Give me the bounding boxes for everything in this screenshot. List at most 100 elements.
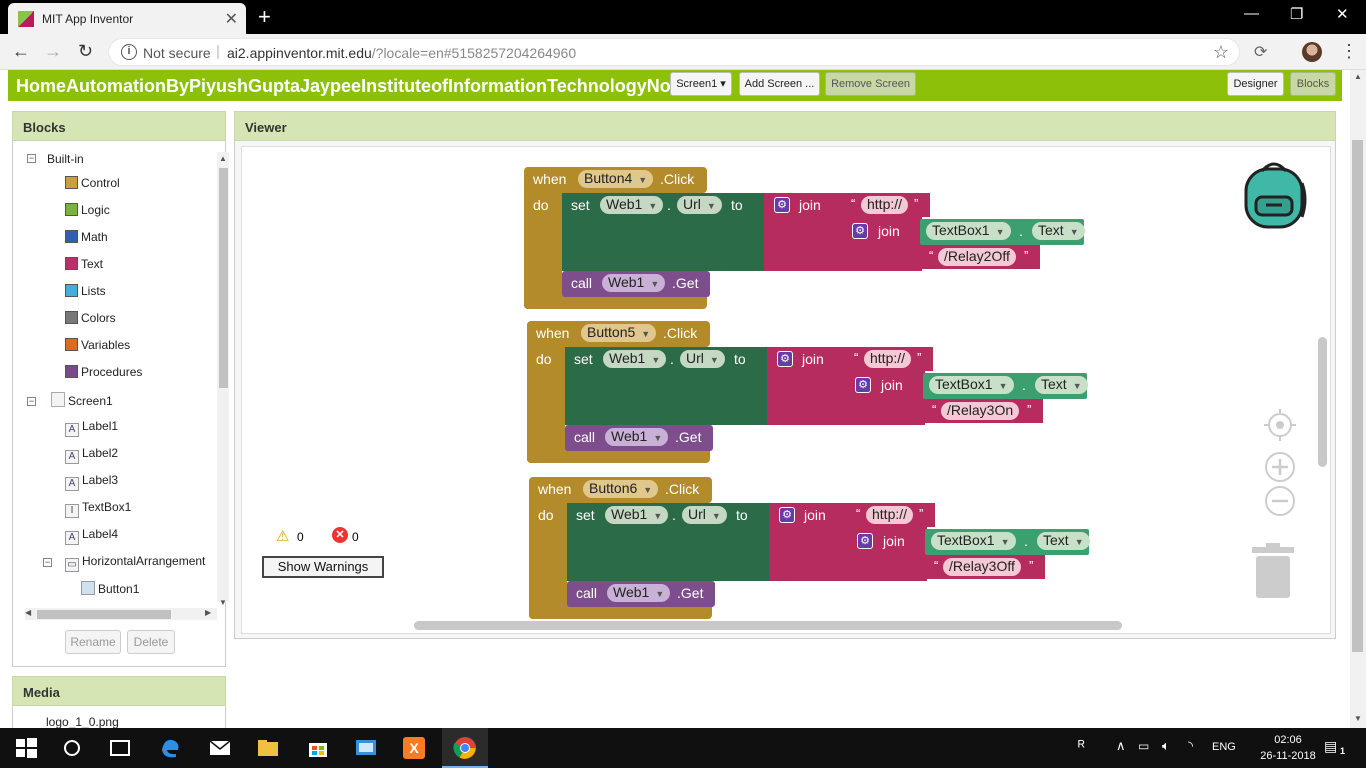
tree-component-label2[interactable]: A Label2: [65, 446, 118, 464]
workspace-vscroll[interactable]: [1318, 337, 1327, 467]
web-component-dropdown[interactable]: Web1 ▼: [605, 506, 669, 524]
action-center-icon[interactable]: ▤: [1324, 738, 1337, 755]
textbox-component-dropdown[interactable]: TextBox1 ▼: [931, 532, 1016, 550]
http-string[interactable]: http://: [861, 196, 909, 214]
textbox-component-dropdown[interactable]: TextBox1 ▼: [929, 376, 1014, 394]
http-string[interactable]: http://: [866, 506, 914, 524]
property-dropdown[interactable]: Url ▼: [680, 350, 725, 368]
xampp-icon[interactable]: X: [402, 736, 426, 760]
textbox-component-dropdown[interactable]: TextBox1 ▼: [926, 222, 1011, 240]
file-explorer-icon[interactable]: [256, 736, 280, 760]
text-property-dropdown[interactable]: Text ▼: [1032, 222, 1085, 240]
center-workspace-icon[interactable]: [1264, 409, 1296, 441]
tree-builtin[interactable]: Built-in: [47, 152, 84, 166]
scroll-right-icon[interactable]: ▶: [205, 608, 211, 617]
window-close-icon[interactable]: ✕: [1336, 5, 1349, 23]
page-scrollbar[interactable]: ▲ ▼: [1350, 70, 1366, 728]
store-icon[interactable]: [306, 736, 330, 760]
screen-dropdown[interactable]: Screen1 ▾: [670, 72, 732, 96]
mail-icon[interactable]: [208, 736, 232, 760]
tab-close-icon[interactable]: ✕: [225, 9, 238, 29]
new-tab-icon[interactable]: +: [258, 4, 271, 30]
blocks-button[interactable]: Blocks: [1290, 72, 1336, 96]
delete-button[interactable]: Delete: [127, 630, 175, 654]
text-property-dropdown[interactable]: Text ▼: [1035, 376, 1088, 394]
clock[interactable]: 02:06 26-11-2018: [1258, 732, 1318, 764]
blocks-tree-hscroll-thumb[interactable]: [37, 610, 171, 619]
text-property-dropdown[interactable]: Text ▼: [1037, 532, 1090, 550]
volume-icon[interactable]: 🔈︎: [1162, 738, 1170, 754]
zoom-in-icon[interactable]: [1264, 451, 1296, 483]
tree-builtin-text[interactable]: Text: [65, 257, 103, 271]
blocks-tree-hscroll[interactable]: ◀ ▶: [25, 608, 217, 620]
mutator-gear-icon[interactable]: ⚙: [852, 223, 868, 239]
edge-browser-icon[interactable]: [158, 736, 182, 760]
url-text[interactable]: ai2.appinventor.mit.edu/?locale=en#51582…: [227, 45, 576, 61]
event-block[interactable]: when Button5 ▼ .Click do set Web1 ▼. Url ▼ to ⚙ join…: [527, 321, 1097, 466]
tree-component-label1[interactable]: A Label1: [65, 419, 118, 437]
mutator-gear-icon[interactable]: ⚙: [777, 351, 793, 367]
tree-builtin-math[interactable]: Math: [65, 230, 108, 244]
event-block[interactable]: when Button4 ▼ .Click do set Web1 ▼. Url ▼ to ⚙ join…: [524, 167, 1094, 312]
event-component-dropdown[interactable]: Button6 ▼: [583, 480, 659, 498]
search-icon[interactable]: [60, 736, 84, 760]
info-icon[interactable]: i: [121, 44, 137, 60]
people-icon[interactable]: ᴿ: [1078, 738, 1085, 755]
show-warnings-button[interactable]: Show Warnings: [262, 556, 384, 578]
path-string[interactable]: /Relay2Off: [938, 248, 1016, 266]
maximize-icon[interactable]: ❐: [1290, 5, 1303, 23]
collapse-arrangement-icon[interactable]: −: [43, 558, 52, 567]
web-component-dropdown[interactable]: Web1 ▼: [607, 584, 671, 602]
blocks-workspace[interactable]: when Button4 ▼ .Click do set Web1 ▼. Url ▼ to ⚙ join…: [241, 146, 1331, 634]
tree-screen1[interactable]: Screen1: [51, 392, 113, 408]
collapse-screen-icon[interactable]: −: [27, 397, 36, 406]
backpack-icon[interactable]: [1240, 159, 1308, 231]
collapse-builtin-icon[interactable]: −: [27, 154, 36, 163]
property-dropdown[interactable]: Url ▼: [677, 196, 722, 214]
language-indicator[interactable]: ENG: [1212, 741, 1236, 753]
tree-builtin-colors[interactable]: Colors: [65, 311, 116, 325]
scroll-down-icon[interactable]: ▼: [219, 598, 227, 607]
wifi-icon[interactable]: ◝: [1188, 738, 1193, 754]
windows-start-icon[interactable]: [14, 736, 38, 760]
http-string[interactable]: http://: [864, 350, 912, 368]
extension-icon[interactable]: ⟳: [1254, 42, 1267, 62]
web-component-dropdown[interactable]: Web1 ▼: [605, 428, 669, 446]
mutator-gear-icon[interactable]: ⚙: [774, 197, 790, 213]
profile-avatar[interactable]: [1302, 42, 1322, 62]
web-component-dropdown[interactable]: Web1 ▼: [603, 350, 667, 368]
battery-icon[interactable]: ▭: [1138, 739, 1149, 753]
trash-icon[interactable]: [1250, 543, 1296, 599]
browser-menu-icon[interactable]: ⋮: [1340, 41, 1358, 62]
tree-builtin-variables[interactable]: Variables: [65, 338, 130, 352]
tree-builtin-lists[interactable]: Lists: [65, 284, 106, 298]
designer-button[interactable]: Designer: [1227, 72, 1284, 96]
remove-screen-button[interactable]: Remove Screen: [825, 72, 916, 96]
control-panel-icon[interactable]: [354, 736, 378, 760]
tree-component-label4[interactable]: A Label4: [65, 527, 118, 545]
tree-builtin-control[interactable]: Control: [65, 176, 120, 190]
event-component-dropdown[interactable]: Button4 ▼: [578, 170, 654, 188]
back-icon[interactable]: ←: [12, 41, 30, 62]
blocks-tree-vscroll[interactable]: ▲ ▼: [217, 152, 229, 607]
show-hidden-icons-icon[interactable]: ∧: [1116, 738, 1126, 754]
minimize-icon[interactable]: —: [1244, 5, 1259, 22]
tree-component-label3[interactable]: A Label3: [65, 473, 118, 491]
path-string[interactable]: /Relay3On: [941, 402, 1020, 420]
scroll-up-icon[interactable]: ▲: [219, 154, 227, 163]
event-block[interactable]: when Button6 ▼ .Click do set Web1 ▼. Url ▼ to ⚙ join…: [529, 477, 1099, 622]
scroll-left-icon[interactable]: ◀: [25, 608, 31, 617]
forward-icon[interactable]: →: [44, 41, 62, 62]
add-screen-button[interactable]: Add Screen ...: [739, 72, 820, 96]
path-string[interactable]: /Relay3Off: [943, 558, 1021, 576]
web-component-dropdown[interactable]: Web1 ▼: [602, 274, 666, 292]
mutator-gear-icon[interactable]: ⚙: [779, 507, 795, 523]
page-scroll-down-icon[interactable]: ▼: [1354, 714, 1362, 723]
page-scroll-up-icon[interactable]: ▲: [1354, 72, 1362, 81]
web-component-dropdown[interactable]: Web1 ▼: [600, 196, 664, 214]
reload-icon[interactable]: ↻: [78, 41, 93, 62]
rename-button[interactable]: Rename: [65, 630, 121, 654]
blocks-tree-vscroll-thumb[interactable]: [219, 168, 228, 388]
tree-builtin-procedures[interactable]: Procedures: [65, 365, 142, 379]
tree-component-textbox1[interactable]: I TextBox1: [65, 500, 131, 518]
